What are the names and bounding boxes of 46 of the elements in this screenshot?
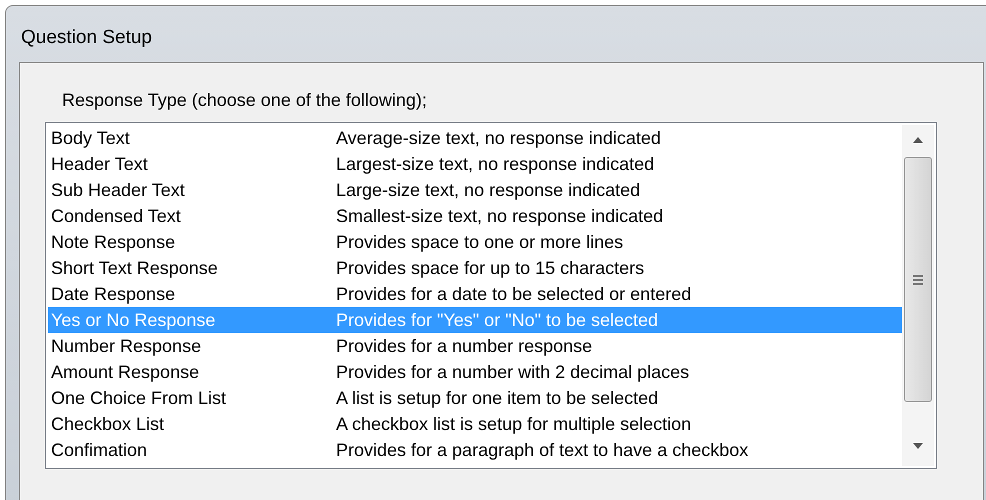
type-name: Date Response [50,285,176,303]
type-description: Provides for a paragraph of text to have a checkbox [336,441,748,459]
type-name: Amount Response [50,363,200,381]
type-name: Sub Header Text [50,181,186,199]
type-description: Provides space to one or more lines [336,233,624,251]
type-name: Condensed Text [50,207,182,225]
list-row[interactable]: Amount Response Provides for a number with 2 decimal places [48,359,902,385]
type-name: One Choice From List [50,389,228,407]
window-title: Question Setup [21,26,153,50]
scrollbar[interactable] [902,125,934,466]
response-type-label: Response Type (choose one of the following); [62,89,428,112]
list-row[interactable]: Checkbox List A checkbox list is setup for multiple selection [48,411,902,437]
list-row[interactable]: Body Text Average-size text, no response indicated [48,125,902,151]
type-name: Body Text [50,129,131,147]
scroll-up-icon[interactable] [913,137,923,143]
type-name: Short Text Response [50,259,219,277]
type-description: Large-size text, no response indicated [336,181,640,199]
list-row[interactable]: Condensed Text Smallest-size text, no response indicated [48,203,902,229]
type-description: Provides for "Yes" or "No" to be selected [336,311,658,329]
list-row[interactable]: Number Response Provides for a number response [48,333,902,359]
type-description: A checkbox list is setup for multiple selection [336,415,692,433]
type-name: Checkbox List [50,415,166,433]
type-name: Header Text [50,155,149,173]
type-description: Largest-size text, no response indicated [336,155,654,173]
type-name: Confimation [50,441,148,459]
type-name: Number Response [50,337,202,355]
scroll-thumb[interactable] [904,157,932,402]
type-name: Yes or No Response [50,311,216,329]
type-name: Note Response [50,233,176,251]
type-description: Average-size text, no response indicated [336,129,661,147]
type-description: Provides space for up to 15 characters [336,259,644,277]
grip-icon [913,274,923,284]
list-row[interactable]: Date Response Provides for a date to be selected or entered [48,281,902,307]
list-row[interactable]: Confimation Provides for a paragraph of text to have a checkbox [48,437,902,463]
type-description: Provides for a number with 2 decimal places [336,363,690,381]
list-row[interactable]: Sub Header Text Large-size text, no response indicated [48,177,902,203]
list-row[interactable]: Short Text Response Provides space for up to 15 characters [48,255,902,281]
type-description: Smallest-size text, no response indicated [336,207,664,225]
scroll-down-icon[interactable] [913,443,923,449]
type-description: Provides for a number response [336,337,592,355]
type-description: Provides for a date to be selected or entered [336,285,692,303]
response-type-list[interactable] [45,122,937,469]
list-row[interactable]: Note Response Provides space to one or more lines [48,229,902,255]
list-row[interactable]: Header Text Largest-size text, no response indicated [48,151,902,177]
type-description: A list is setup for one item to be selected [336,389,658,407]
list-row[interactable]: One Choice From List A list is setup for one item to be selected [48,385,902,411]
